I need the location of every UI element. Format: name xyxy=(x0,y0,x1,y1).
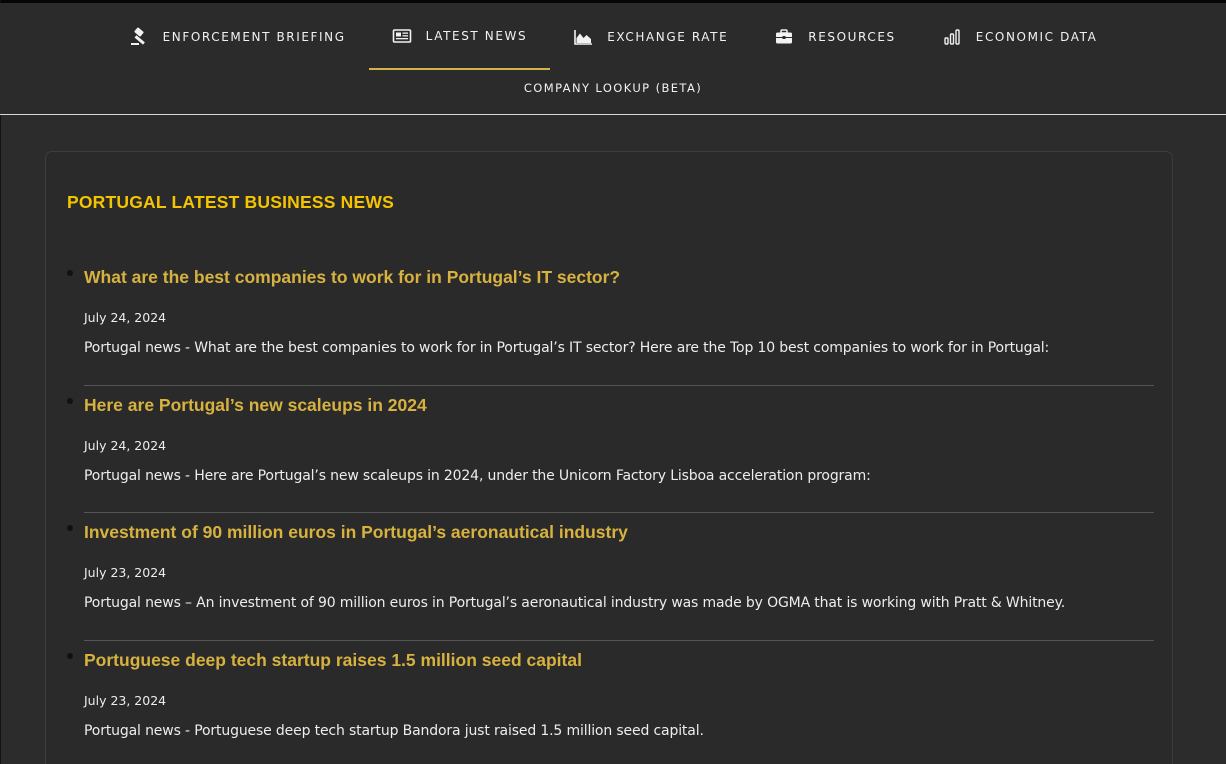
nav-item-resources[interactable]: RESOURCES xyxy=(751,3,918,70)
news-date: July 24, 2024 xyxy=(84,437,167,453)
nav-item-label: COMPANY LOOKUP (BETA) xyxy=(523,81,703,95)
list-item: Investment of 90 million euros in Portug… xyxy=(67,513,1154,641)
news-date: July 24, 2024 xyxy=(84,310,167,325)
section-title: PORTUGAL LATEST BUSINESS NEWS xyxy=(67,192,394,212)
news-title-link[interactable]: Portuguese deep tech startup raises 1.5 … xyxy=(84,650,582,671)
news-excerpt: Portugal news - Portuguese deep tech sta… xyxy=(84,722,704,739)
news-excerpt: Portugal news – An investment of 90 mill… xyxy=(84,595,1066,611)
nav-item-label: RESOURCES xyxy=(808,29,896,44)
news-list: What are the best companies to work for … xyxy=(67,258,1154,764)
primary-nav: ENFORCEMENT BRIEFING LATEST NEWS EXCHANG… xyxy=(0,3,1226,71)
nav-item-economic-data[interactable]: ECONOMIC DATA xyxy=(919,3,1121,70)
area-chart-icon xyxy=(573,27,593,47)
news-date: July 23, 2024 xyxy=(84,692,167,708)
news-title-link[interactable]: What are the best companies to work for … xyxy=(84,267,620,288)
nav-item-label: ECONOMIC DATA xyxy=(975,29,1098,44)
nav-item-enforcement-briefing[interactable]: ENFORCEMENT BRIEFING xyxy=(106,3,369,70)
nav-item-company-lookup[interactable]: COMPANY LOOKUP (BETA) xyxy=(524,73,702,103)
news-excerpt: Portugal news - Here are Portugal’s new … xyxy=(84,467,871,484)
main-navbar: ENFORCEMENT BRIEFING LATEST NEWS EXCHANG… xyxy=(0,3,1226,115)
nav-item-label: EXCHANGE RATE xyxy=(607,29,729,44)
nav-item-label: LATEST NEWS xyxy=(425,28,528,43)
news-card: PORTUGAL LATEST BUSINESS NEWS What are t… xyxy=(45,151,1173,764)
list-item: Portuguese deep tech startup raises 1.5 … xyxy=(67,641,1154,764)
list-item: What are the best companies to work for … xyxy=(67,258,1154,386)
briefcase-icon xyxy=(774,27,794,47)
newspaper-icon xyxy=(392,26,412,46)
news-title-link[interactable]: Here are Portugal’s new scaleups in 2024 xyxy=(84,395,427,416)
nav-item-exchange-rate[interactable]: EXCHANGE RATE xyxy=(550,3,751,70)
news-date: July 23, 2024 xyxy=(84,565,167,580)
bullet-icon xyxy=(67,652,73,659)
nav-item-label: ENFORCEMENT BRIEFING xyxy=(162,29,346,44)
bar-chart-icon xyxy=(942,27,962,47)
bullet-icon xyxy=(67,270,73,276)
news-title-link[interactable]: Investment of 90 million euros in Portug… xyxy=(84,522,628,543)
bullet-icon xyxy=(67,397,73,404)
nav-item-latest-news[interactable]: LATEST NEWS xyxy=(368,3,551,70)
bullet-icon xyxy=(67,525,73,531)
gavel-icon xyxy=(129,27,149,47)
list-item: Here are Portugal’s new scaleups in 2024… xyxy=(67,386,1154,513)
secondary-nav: COMPANY LOOKUP (BETA) xyxy=(0,73,1226,103)
news-excerpt: Portugal news - What are the best compan… xyxy=(84,340,1050,356)
